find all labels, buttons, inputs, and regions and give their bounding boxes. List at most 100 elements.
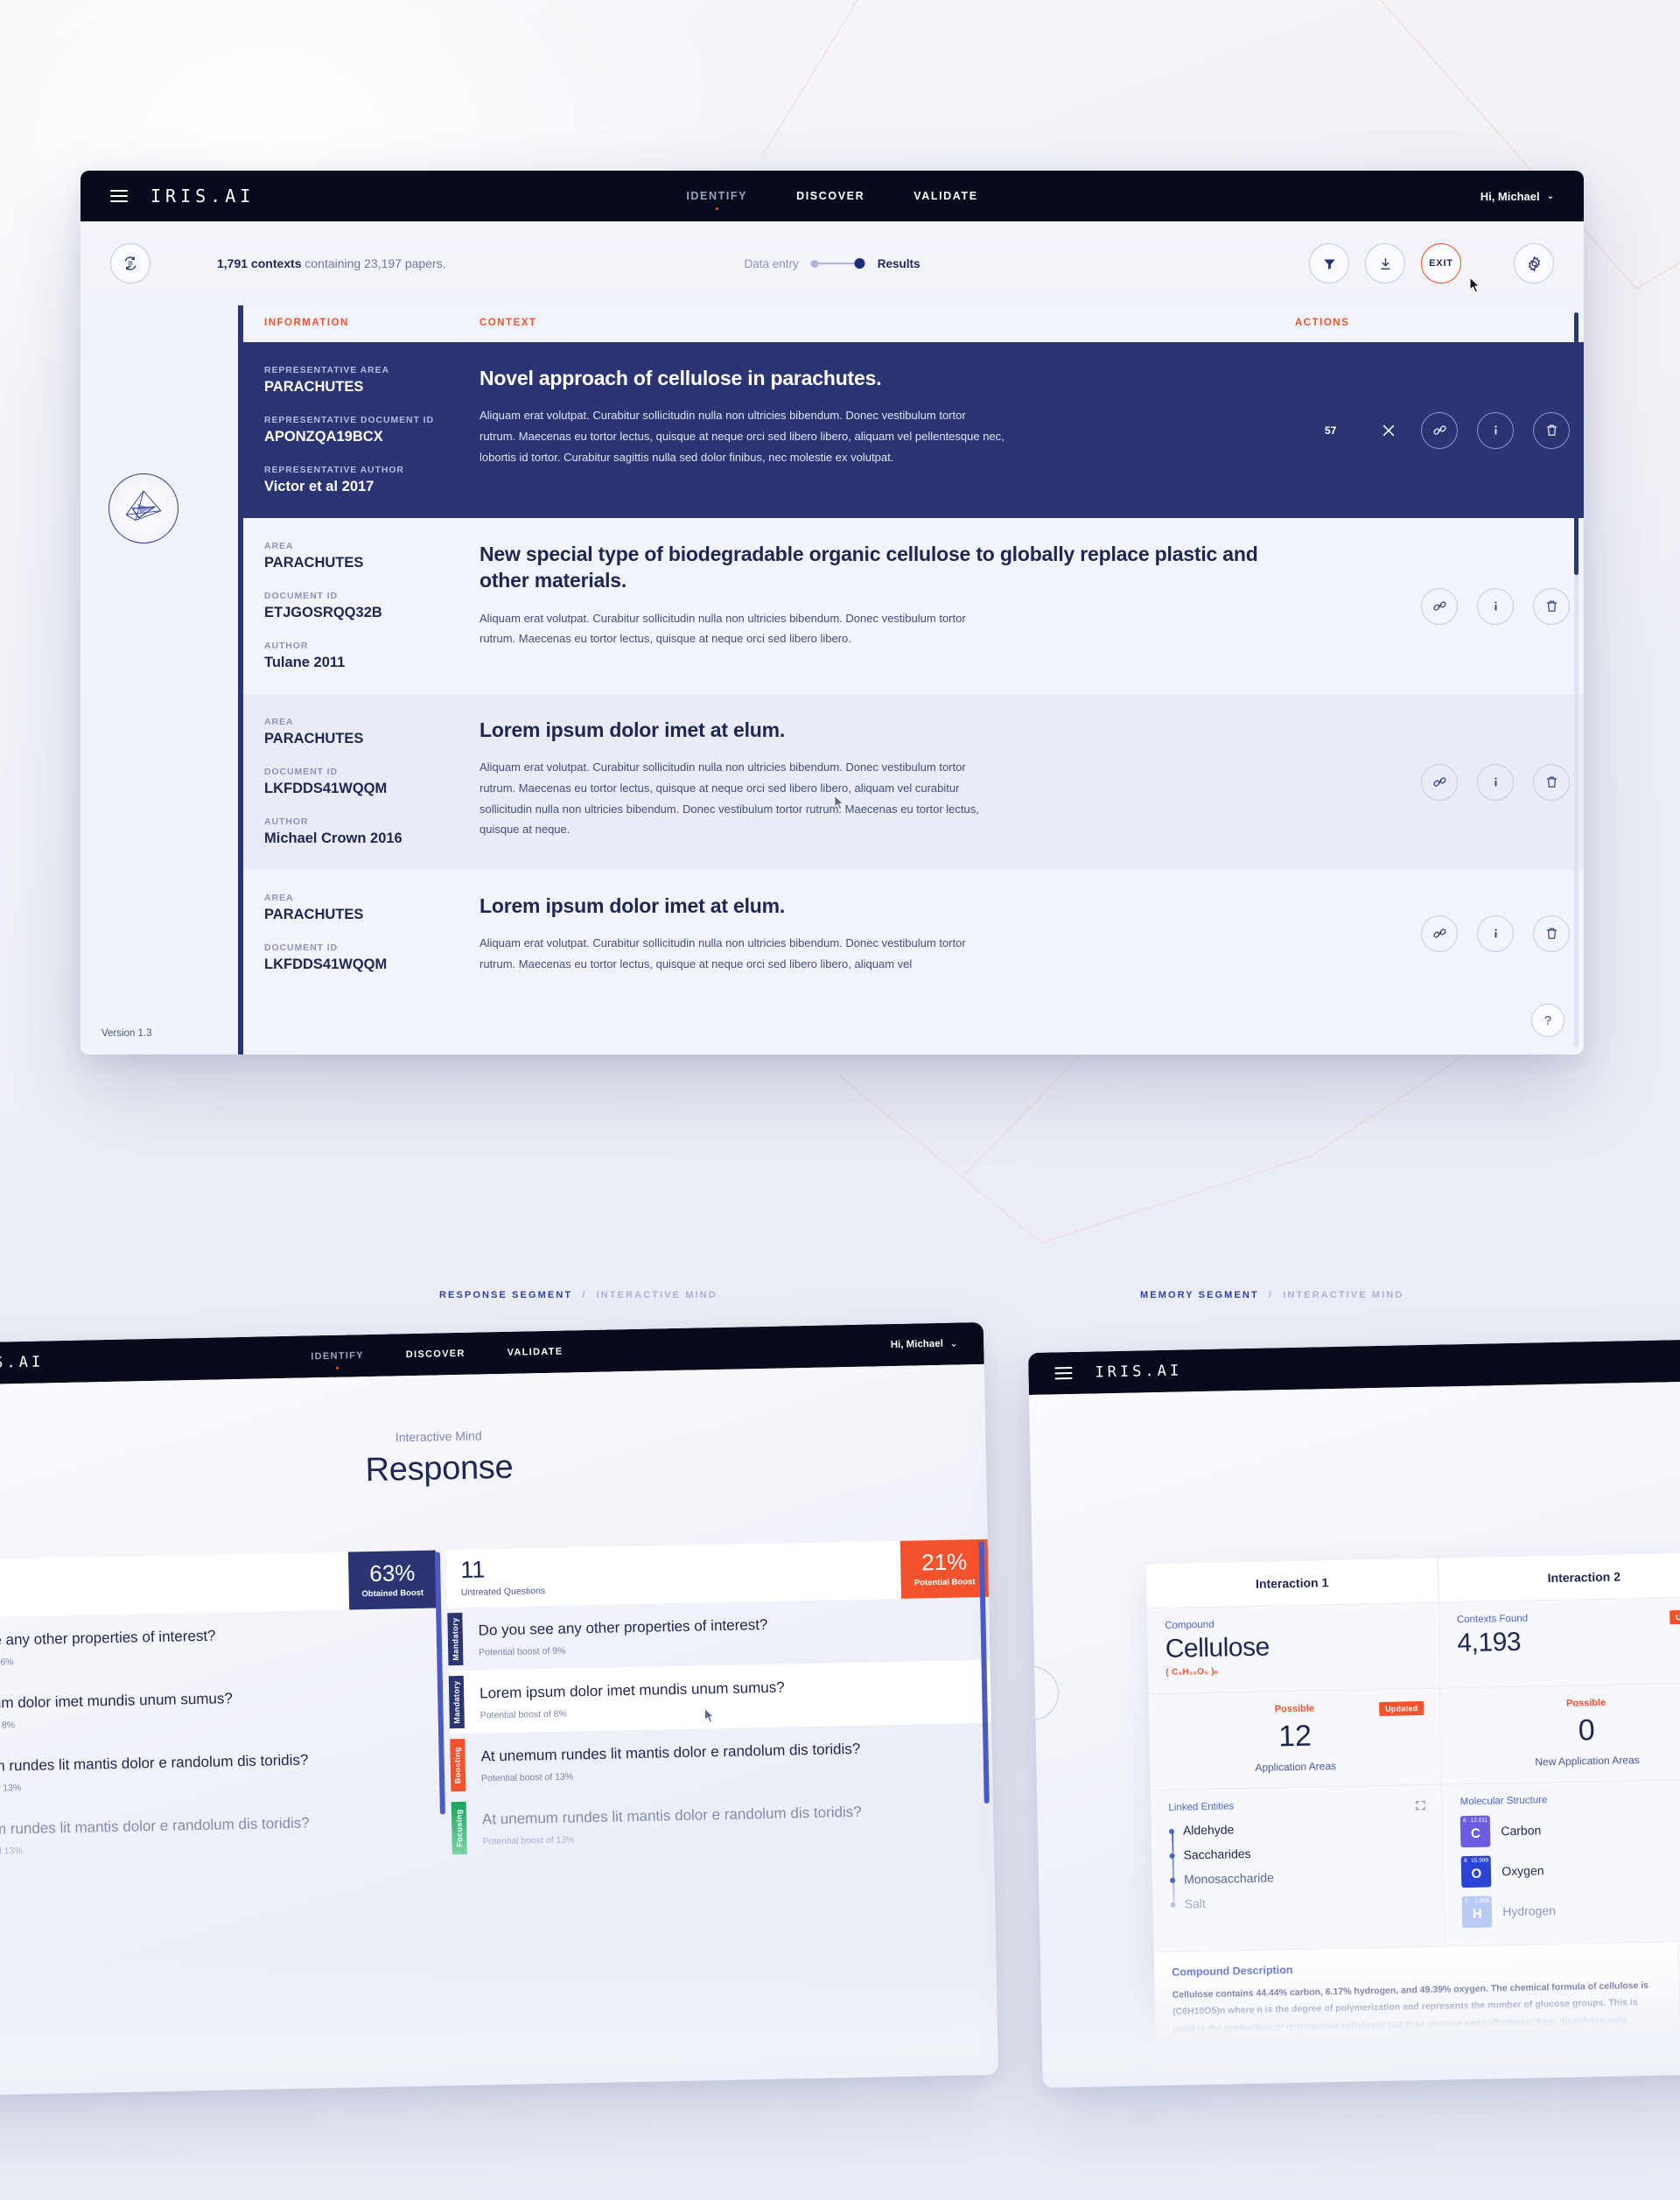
nav-validate[interactable]: VALIDATE (508, 1347, 564, 1358)
filter-button[interactable] (1309, 243, 1349, 284)
list-item[interactable]: Mandatory Lorem ipsum dolor imet mundis … (0, 1671, 439, 1746)
tab-interaction-1[interactable]: Interaction 1 (1145, 1558, 1439, 1608)
close-icon[interactable] (1376, 422, 1402, 439)
application-areas-label: Application Areas (1255, 1760, 1337, 1774)
meta-author-label: AUTHOR (264, 816, 309, 827)
main-topbar: IRIS.AI IDENTIFY DISCOVER VALIDATE Hi, M… (80, 171, 1584, 221)
row-actions: 57 (1295, 365, 1584, 495)
mouse-cursor (1469, 277, 1480, 293)
settings-button[interactable] (1514, 243, 1554, 284)
question-tag-label: Focusing (454, 1809, 465, 1848)
user-menu[interactable]: Hi, Michael ⌄ (891, 1339, 958, 1350)
table-row[interactable]: AREA PARACHUTES DOCUMENT ID LKFDDS41WQQM… (243, 694, 1584, 870)
link-icon[interactable] (1421, 914, 1458, 952)
nav-identify[interactable]: IDENTIFY (686, 190, 747, 202)
list-item[interactable]: Focusing At unemum rundes lit mantis dol… (451, 1786, 994, 1860)
info-icon[interactable] (1477, 411, 1514, 449)
column-actions: ACTIONS (1295, 318, 1350, 328)
compound-cell: Compound Cellulose ( C₆H₁₀O₅ )ₙ (1146, 1602, 1441, 1694)
atom-weight: 1.008 (1474, 1897, 1490, 1904)
table-row[interactable]: AREA PARACHUTES DOCUMENT ID LKFDDS41WQQM… (243, 870, 1584, 998)
delete-icon[interactable] (1533, 411, 1570, 449)
list-item[interactable]: Salt (1185, 1892, 1427, 1910)
question-text: Lorem ipsum dolor imet mundis unum sumus… (0, 1690, 234, 1713)
atom-number: 8 (1464, 1858, 1467, 1865)
meta-document: DOCUMENT ID ETJGOSRQQ32B (264, 591, 480, 621)
list-item[interactable]: Monosaccharide (1184, 1867, 1426, 1886)
hamburger-menu-icon[interactable] (110, 190, 128, 202)
nav-identify[interactable]: IDENTIFY (311, 1350, 364, 1362)
question-tag-label: Boosting (452, 1747, 463, 1784)
untreated-count: 11 (460, 1556, 486, 1583)
question-body: At unemum rundes lit mantis dolor e rand… (0, 1797, 431, 1871)
main-subheader: 1,791 contexts containing 23,197 papers.… (80, 221, 1584, 305)
expand-icon[interactable] (1416, 1799, 1426, 1811)
delete-icon[interactable] (1533, 914, 1570, 952)
link-icon[interactable] (1421, 763, 1458, 801)
tab-interaction-2[interactable]: Interaction 2 (1438, 1552, 1680, 1602)
meta-document: REPRESENTATIVE DOCUMENT ID APONZQA19BCX (264, 415, 480, 445)
caption-response-grey: INTERACTIVE MIND (596, 1290, 718, 1300)
hamburger-menu-icon[interactable] (1054, 1366, 1073, 1380)
untreated-question-list: Mandatory Do you see any other propertie… (447, 1597, 994, 1860)
meta-area: AREA PARACHUTES (264, 541, 480, 571)
brand-logo: IRIS.AI (1095, 1362, 1183, 1382)
meta-area-label: REPRESENTATIVE AREA (264, 365, 389, 375)
scrollbar-thumb[interactable] (1574, 312, 1578, 575)
atom-weight: 15.999 (1471, 1857, 1489, 1864)
memory-detail-row: Linked Entities Aldehyde Saccharides Mon… (1151, 1772, 1680, 1952)
exit-button[interactable]: EXIT (1421, 243, 1461, 284)
main-content: Version 1.3 INFORMATION CONTEXT ACTIONS … (80, 305, 1584, 1054)
results-table: INFORMATION CONTEXT ACTIONS REPRESENTATI… (243, 305, 1584, 1054)
help-button[interactable]: ? (1531, 1004, 1564, 1037)
list-item[interactable]: Boosting At unemum rundes lit mantis dol… (450, 1723, 992, 1797)
meta-area-value: PARACHUTES (264, 555, 364, 571)
list-item[interactable]: Boosting At unemum rundes lit mantis dol… (0, 1734, 441, 1809)
info-icon[interactable] (1477, 587, 1514, 625)
list-item[interactable]: Mandatory Lorem ipsum dolor imet mundis … (448, 1659, 991, 1734)
row-information: AREA PARACHUTES DOCUMENT ID ETJGOSRQQ32B… (243, 541, 480, 671)
info-icon[interactable] (1477, 914, 1514, 952)
question-tag: Mandatory (448, 1676, 465, 1729)
step-dot-1[interactable] (810, 259, 819, 268)
delete-icon[interactable] (1533, 763, 1570, 801)
list-item[interactable]: Aldehyde (1183, 1818, 1425, 1837)
response-column-untreated: 11 Untreated Questions 21% Potential Boo… (445, 1538, 994, 1860)
table-row[interactable]: REPRESENTATIVE AREA PARACHUTES REPRESENT… (243, 342, 1584, 518)
nav-discover[interactable]: DISCOVER (796, 190, 864, 202)
question-boost: Potential boost of 8% (480, 1708, 567, 1721)
meta-document-value: ETJGOSRQQ32B (264, 605, 382, 620)
caption-response-bold: RESPONSE SEGMENT (439, 1290, 573, 1300)
list-item[interactable]: Mandatory Do you see any other propertie… (447, 1597, 990, 1671)
progress-steps: Data entry Results (744, 257, 920, 270)
row-body: Aliquam erat volutpat. Curabitur sollici… (480, 409, 1004, 464)
main-application-window: IRIS.AI IDENTIFY DISCOVER VALIDATE Hi, M… (80, 171, 1584, 1054)
list-item[interactable]: Saccharides (1183, 1843, 1425, 1862)
linked-entities-cell: Linked Entities Aldehyde Saccharides Mon… (1151, 1784, 1446, 1952)
step-dot-2[interactable] (854, 258, 865, 269)
meta-document-value: LKFDDS41WQQM (264, 956, 388, 972)
question-body: Do you see any other properties of inter… (0, 1608, 428, 1682)
user-menu[interactable]: Hi, Michael ⌄ (1480, 190, 1554, 203)
nav-discover[interactable]: DISCOVER (406, 1349, 466, 1360)
list-item[interactable]: Mandatory Do you see any other propertie… (0, 1608, 438, 1683)
brand-logo: IRIS.AI (0, 1353, 45, 1373)
stat-card-untreated: 11 Untreated Questions 21% Potential Boo… (445, 1538, 990, 1608)
row-actions (1295, 893, 1584, 975)
atom-tile-hydrogen: 1 1.008 H (1461, 1895, 1493, 1929)
link-icon[interactable] (1421, 587, 1458, 625)
info-icon[interactable] (1477, 763, 1514, 801)
meta-author: AUTHOR Tulane 2011 (264, 641, 480, 671)
delete-icon[interactable] (1533, 587, 1570, 625)
refresh-contexts-button[interactable] (110, 243, 150, 284)
meta-document-label: REPRESENTATIVE DOCUMENT ID (264, 415, 434, 425)
table-row[interactable]: AREA PARACHUTES DOCUMENT ID ETJGOSRQQ32B… (243, 518, 1584, 694)
nav-validate[interactable]: VALIDATE (914, 190, 977, 202)
download-button[interactable] (1365, 243, 1405, 284)
response-body: Interactive Mind Response 27 Treated Que… (0, 1363, 999, 2097)
link-icon[interactable] (1421, 411, 1458, 449)
question-boost: Potential boost of 6% (0, 1657, 14, 1669)
row-information: AREA PARACHUTES DOCUMENT ID LKFDDS41WQQM (243, 893, 480, 975)
list-item[interactable]: Optional At unemum rundes lit mantis dol… (0, 1797, 442, 1872)
meta-author-label: REPRESENTATIVE AUTHOR (264, 465, 404, 475)
